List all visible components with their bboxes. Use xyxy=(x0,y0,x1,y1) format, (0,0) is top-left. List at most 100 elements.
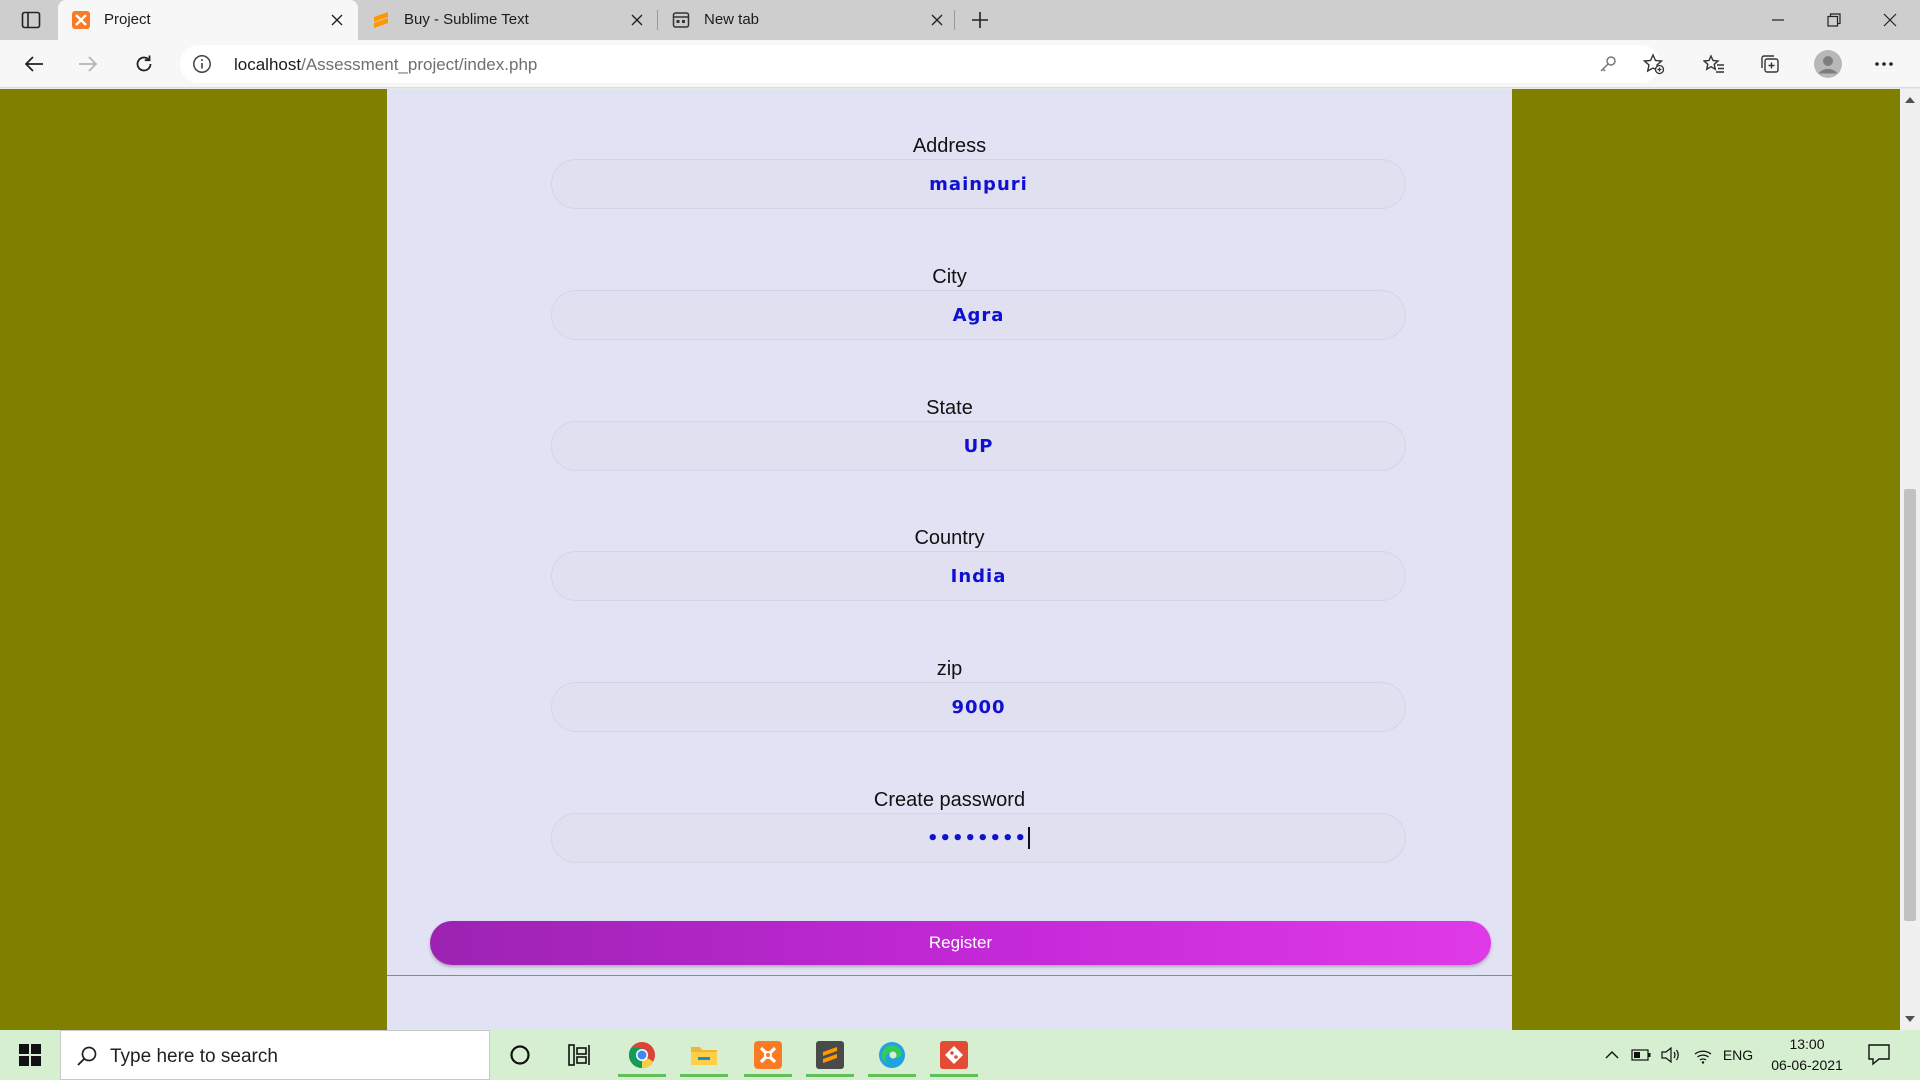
registration-form: Address mainpuri City Agra State UP Coun… xyxy=(387,89,1512,1030)
system-clock[interactable]: 13:00 06-06-2021 xyxy=(1756,1034,1858,1076)
close-icon xyxy=(1883,13,1897,27)
url-host: localhost xyxy=(234,55,302,74)
start-button[interactable] xyxy=(6,1034,54,1076)
close-tab-icon[interactable] xyxy=(626,9,648,31)
city-input[interactable]: Agra xyxy=(551,290,1406,340)
new-tab-page-icon xyxy=(672,11,690,29)
volume-button[interactable] xyxy=(1658,1030,1684,1080)
chrome-icon xyxy=(628,1042,655,1069)
cortana-icon xyxy=(510,1045,530,1065)
sublime-text-icon xyxy=(816,1041,844,1069)
action-center-button[interactable] xyxy=(1866,1041,1894,1069)
page-scrollbar[interactable] xyxy=(1900,89,1920,1030)
minimize-button[interactable] xyxy=(1750,0,1806,40)
close-window-button[interactable] xyxy=(1862,0,1918,40)
collections-button[interactable] xyxy=(1752,46,1788,82)
tab-actions-button[interactable] xyxy=(14,8,48,32)
favorites-icon xyxy=(1703,54,1724,73)
taskbar-search-box[interactable]: Type here to search xyxy=(60,1030,490,1080)
tab-new-tab[interactable]: New tab xyxy=(658,0,958,40)
register-button[interactable]: Register xyxy=(430,921,1491,965)
restore-button[interactable] xyxy=(1806,0,1862,40)
running-indicator xyxy=(868,1074,916,1077)
sublime-icon xyxy=(372,11,390,29)
task-view-icon xyxy=(568,1044,590,1066)
collections-icon xyxy=(1761,55,1779,73)
url-text: localhost/Assessment_project/index.php xyxy=(234,55,537,75)
task-view-button[interactable] xyxy=(552,1033,608,1077)
scroll-down-arrow-icon[interactable] xyxy=(1903,1012,1917,1026)
tab-sublime[interactable]: Buy - Sublime Text xyxy=(358,0,658,40)
running-indicator xyxy=(680,1074,728,1077)
close-tab-icon[interactable] xyxy=(326,9,348,31)
scrollbar-thumb[interactable] xyxy=(1904,489,1916,921)
plus-icon xyxy=(972,12,988,28)
git-taskbar-button[interactable] xyxy=(926,1033,982,1077)
country-value: India xyxy=(950,565,1007,587)
tab-separator xyxy=(954,10,955,30)
address-input[interactable]: mainpuri xyxy=(551,159,1406,209)
taskbar: Type here to search ENG 13:00 06-06-2021 xyxy=(0,1030,1920,1080)
browser-toolbar: localhost/Assessment_project/index.php xyxy=(0,40,1920,88)
zip-label: zip xyxy=(936,658,963,680)
country-label: Country xyxy=(914,527,985,549)
profile-button[interactable] xyxy=(1810,46,1846,82)
restore-icon xyxy=(1827,13,1841,27)
cortana-button[interactable] xyxy=(492,1033,548,1077)
more-dots-icon xyxy=(1875,62,1893,66)
divider xyxy=(387,975,1512,976)
back-button[interactable] xyxy=(16,46,52,82)
xampp-taskbar-button[interactable] xyxy=(740,1033,796,1077)
favorites-button[interactable] xyxy=(1696,46,1732,82)
running-indicator xyxy=(618,1074,666,1077)
search-icon xyxy=(75,1044,99,1068)
running-indicator xyxy=(744,1074,792,1077)
xampp-icon xyxy=(754,1041,782,1069)
address-value: mainpuri xyxy=(929,173,1028,195)
forward-button[interactable] xyxy=(70,46,106,82)
xampp-icon xyxy=(72,11,90,29)
state-input[interactable]: UP xyxy=(551,421,1406,471)
key-icon[interactable] xyxy=(1598,54,1618,74)
battery-button[interactable] xyxy=(1628,1030,1654,1080)
show-hidden-icons-button[interactable] xyxy=(1600,1030,1624,1080)
password-input[interactable]: •••••••• xyxy=(551,813,1406,863)
country-input[interactable]: India xyxy=(551,551,1406,601)
password-label: Create password xyxy=(873,789,1026,811)
tab-title: New tab xyxy=(704,11,760,28)
close-tab-icon[interactable] xyxy=(926,9,948,31)
back-arrow-icon xyxy=(24,56,43,72)
tab-title: Project xyxy=(104,11,151,28)
url-path: /Assessment_project/index.php xyxy=(301,55,538,74)
add-favorite-button[interactable] xyxy=(1636,46,1672,82)
git-icon xyxy=(940,1041,968,1069)
running-indicator xyxy=(930,1074,978,1077)
chrome-taskbar-button[interactable] xyxy=(614,1033,670,1077)
password-value: •••••••• xyxy=(926,827,1028,849)
star-add-icon xyxy=(1643,53,1665,75)
scroll-up-arrow-icon[interactable] xyxy=(1903,93,1917,107)
network-button[interactable] xyxy=(1690,1030,1716,1080)
chevron-up-icon xyxy=(1605,1051,1619,1059)
file-explorer-taskbar-button[interactable] xyxy=(676,1033,732,1077)
forward-arrow-icon xyxy=(79,56,98,72)
tab-strip: Project Buy - Sublime Text New tab xyxy=(0,0,1920,40)
refresh-button[interactable] xyxy=(126,46,162,82)
edge-taskbar-button[interactable] xyxy=(864,1033,920,1077)
search-placeholder: Type here to search xyxy=(110,1046,278,1067)
settings-more-button[interactable] xyxy=(1866,46,1902,82)
new-tab-button[interactable] xyxy=(966,6,994,34)
tab-project[interactable]: Project xyxy=(58,0,358,40)
windows-logo-icon xyxy=(19,1044,41,1066)
tab-title: Buy - Sublime Text xyxy=(404,11,529,28)
language-indicator[interactable]: ENG xyxy=(1718,1030,1758,1080)
city-value: Agra xyxy=(952,304,1005,326)
speaker-icon xyxy=(1661,1047,1679,1063)
state-value: UP xyxy=(963,435,994,457)
page-viewport: Address mainpuri City Agra State UP Coun… xyxy=(0,89,1900,1030)
battery-icon xyxy=(1631,1049,1651,1061)
address-bar[interactable]: localhost/Assessment_project/index.php xyxy=(180,45,1660,83)
zip-input[interactable]: 9000 xyxy=(551,682,1406,732)
sublime-text-taskbar-button[interactable] xyxy=(802,1033,858,1077)
info-icon[interactable] xyxy=(192,54,212,74)
